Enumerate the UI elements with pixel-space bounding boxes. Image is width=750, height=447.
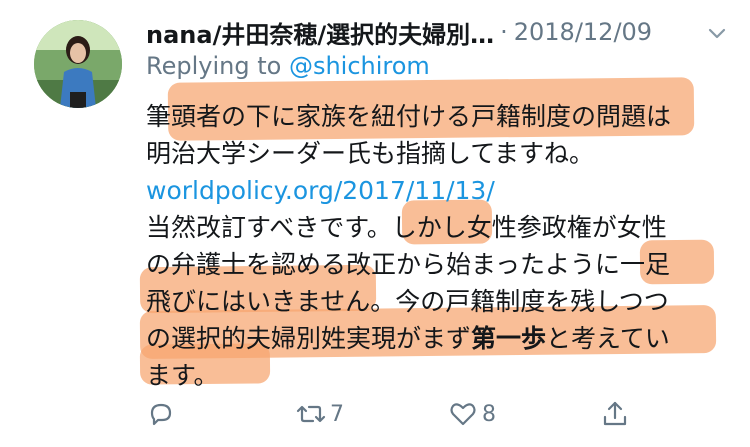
tweet-line: 筆頭者の下に家族を紐付ける戸籍制度の問題は (146, 102, 672, 131)
reply-button[interactable] (146, 392, 176, 436)
retweet-count: 7 (330, 401, 344, 427)
tweet-line-part: と考えてい (546, 324, 670, 353)
author-name[interactable]: nana/井田奈穂/選択的夫婦別… (146, 15, 494, 50)
like-button[interactable]: 8 (448, 392, 496, 436)
share-button[interactable] (600, 392, 630, 436)
heart-icon (450, 403, 476, 426)
replying-prefix: Replying to (146, 52, 282, 80)
reply-icon (150, 403, 172, 426)
replying-to: Replying to @shichirom (146, 52, 430, 80)
tweet-line: の弁護士を認める改正から始まったように一足 (146, 250, 671, 279)
action-bar: 7 8 (146, 392, 666, 436)
avatar-photo (34, 20, 122, 108)
like-count: 8 (482, 401, 496, 427)
tweet-line: ます。 (146, 361, 219, 390)
tweet-line: 当然改訂すべきです。しかし女性参政権が女性 (146, 213, 667, 242)
retweet-button[interactable]: 7 (296, 392, 344, 436)
avatar[interactable] (34, 20, 122, 108)
tweet-line: 明治大学シーダー氏も指摘してますね。 (146, 139, 595, 168)
tweet-link[interactable]: worldpolicy.org/2017/11/13/ (146, 172, 726, 209)
tweet-body: 筆頭者の下に家族を紐付ける戸籍制度の問題は 明治大学シーダー氏も指摘してますね。… (146, 98, 726, 394)
tweet-header: nana/井田奈穂/選択的夫婦別… · 2018/12/09 (146, 14, 734, 50)
header-separator: · (500, 18, 508, 46)
tweet-line: の選択的夫婦別姓実現がまず第一歩と考えてい (146, 320, 726, 357)
replying-handle[interactable]: @shichirom (289, 52, 430, 80)
retweet-icon (296, 405, 326, 423)
chevron-down-icon[interactable] (706, 22, 728, 44)
share-icon (603, 401, 627, 426)
tweet-line-part: の選択的夫婦別姓実現がまず (146, 324, 472, 353)
tweet-date[interactable]: 2018/12/09 (514, 18, 652, 46)
tweet-line: 飛びにはいきません。今の戸籍制度を残しつつ (146, 287, 669, 316)
tweet-line-bold: 第一歩 (471, 324, 547, 353)
